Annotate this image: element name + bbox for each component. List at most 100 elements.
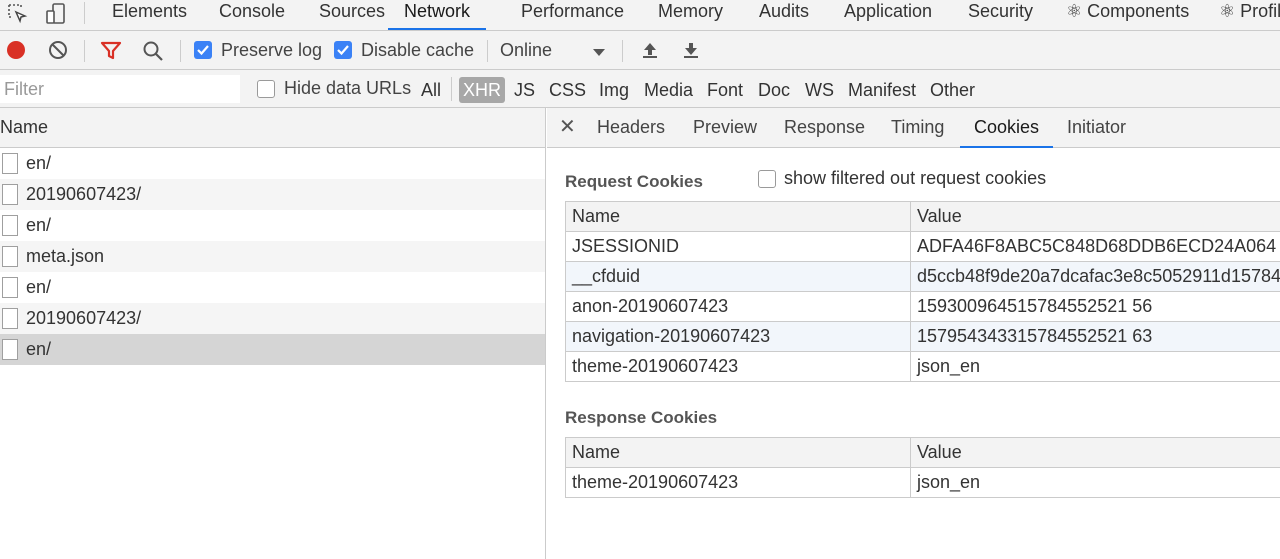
type-filter-css[interactable]: CSS <box>549 77 586 103</box>
table-row[interactable]: anon-20190607423 159300964515784552521 5… <box>565 291 1280 322</box>
request-cookies-title: Request Cookies <box>565 172 703 191</box>
tab-components[interactable]: ⚛ Components <box>1066 0 1189 30</box>
table-row[interactable]: theme-20190607423 json_en <box>565 467 1280 498</box>
type-filter-xhr[interactable]: XHR <box>459 77 506 103</box>
value-column-header[interactable]: Value <box>910 437 1280 468</box>
request-name: 20190607423/ <box>26 184 142 204</box>
cookie-name: __cfduid <box>565 261 911 292</box>
request-cookies-table: Name Value JSESSIONID ADFA46F8ABC5C848D6… <box>565 201 1280 382</box>
show-filtered-cookies-checkbox[interactable] <box>758 170 776 188</box>
request-detail-panel: ✕ Headers Preview Response Timing Cookie… <box>547 108 1280 559</box>
response-cookies-table: Name Value theme-20190607423 json_en <box>565 437 1280 498</box>
type-filter-font[interactable]: Font <box>707 77 743 103</box>
tab-sources[interactable]: Sources <box>319 0 385 30</box>
import-har-icon[interactable] <box>640 40 660 60</box>
tab-performance[interactable]: Performance <box>521 0 624 30</box>
cookie-value: d5ccb48f9de20a7dcafac3e8c5052911d15784 <box>910 261 1280 292</box>
name-column-header[interactable]: Name <box>565 437 911 468</box>
type-separator <box>451 77 452 101</box>
cookie-value: json_en <box>910 467 1280 498</box>
cookie-name: theme-20190607423 <box>565 467 911 498</box>
devtools-tab-bar: Elements Console Sources Network Perform… <box>0 0 1280 31</box>
request-name: meta.json <box>26 246 105 266</box>
tab-headers[interactable]: Headers <box>597 108 665 148</box>
export-har-icon[interactable] <box>681 40 701 60</box>
table-row[interactable]: theme-20190607423 json_en <box>565 351 1280 382</box>
tab-preview[interactable]: Preview <box>693 108 757 148</box>
toolbar-separator <box>487 40 488 62</box>
filter-icon[interactable] <box>100 40 122 62</box>
close-icon[interactable]: ✕ <box>559 108 576 148</box>
file-icon <box>2 308 18 329</box>
chevron-down-icon[interactable] <box>592 43 606 57</box>
request-row[interactable]: en/ <box>0 148 545 179</box>
throttling-select[interactable]: Online <box>500 40 552 61</box>
toolbar-separator <box>84 40 85 62</box>
request-row[interactable]: en/ <box>0 272 545 303</box>
request-row[interactable]: meta.json <box>0 241 545 272</box>
type-filter-other[interactable]: Other <box>930 77 975 103</box>
request-row-selected[interactable]: en/ <box>0 334 545 365</box>
file-icon <box>2 277 18 298</box>
tab-console[interactable]: Console <box>219 0 285 30</box>
filter-input[interactable] <box>0 75 240 103</box>
tab-application[interactable]: Application <box>844 0 932 30</box>
request-row[interactable]: 20190607423/ <box>0 179 545 210</box>
request-name: en/ <box>26 277 52 297</box>
cookie-name: navigation-20190607423 <box>565 321 911 352</box>
tab-timing[interactable]: Timing <box>891 108 944 148</box>
hide-data-urls-label[interactable]: Hide data URLs <box>284 78 411 99</box>
preserve-log-label[interactable]: Preserve log <box>221 40 322 61</box>
tab-network[interactable]: Network <box>388 0 487 30</box>
device-toolbar-icon[interactable] <box>44 2 68 26</box>
tab-profiler[interactable]: ⚛ Profile <box>1219 0 1280 30</box>
type-filter-media[interactable]: Media <box>644 77 693 103</box>
request-name: en/ <box>26 153 52 173</box>
table-row[interactable]: navigation-20190607423 15795434331578455… <box>565 321 1280 352</box>
inspect-element-icon[interactable] <box>6 2 30 26</box>
tabbar-separator <box>84 2 85 24</box>
type-filter-all[interactable]: All <box>421 77 441 103</box>
table-header-row: Name Value <box>565 437 1280 468</box>
show-filtered-cookies-label[interactable]: show filtered out request cookies <box>784 168 1046 189</box>
request-list: Name en/ 20190607423/ en/ meta.json en/ … <box>0 108 546 559</box>
disable-cache-label[interactable]: Disable cache <box>361 40 474 61</box>
tab-elements[interactable]: Elements <box>112 0 187 30</box>
filter-bar: Hide data URLs All XHR JS CSS Img Media … <box>0 70 1280 108</box>
toolbar-separator <box>622 40 623 62</box>
tab-initiator[interactable]: Initiator <box>1067 108 1126 148</box>
record-icon[interactable] <box>6 40 26 60</box>
type-filter-manifest[interactable]: Manifest <box>848 77 916 103</box>
tab-response[interactable]: Response <box>784 108 865 148</box>
search-icon[interactable] <box>142 40 164 62</box>
hide-data-urls-checkbox[interactable] <box>257 80 275 98</box>
type-filter-img[interactable]: Img <box>599 77 629 103</box>
cookie-value: 157954343315784552521 63 <box>910 321 1280 352</box>
request-name: 20190607423/ <box>26 308 142 328</box>
table-row[interactable]: JSESSIONID ADFA46F8ABC5C848D68DDB6ECD24A… <box>565 231 1280 262</box>
table-header-row: Name Value <box>565 201 1280 232</box>
type-filter-doc[interactable]: Doc <box>758 77 790 103</box>
name-column-header[interactable]: Name <box>0 108 545 148</box>
type-filter-ws[interactable]: WS <box>805 77 834 103</box>
tab-security[interactable]: Security <box>968 0 1033 30</box>
name-column-header[interactable]: Name <box>565 201 911 232</box>
file-icon <box>2 215 18 236</box>
preserve-log-checkbox[interactable] <box>194 41 212 59</box>
request-name: en/ <box>26 339 52 359</box>
detail-tab-bar: ✕ Headers Preview Response Timing Cookie… <box>547 108 1280 148</box>
type-filter-js[interactable]: JS <box>514 77 535 103</box>
table-row[interactable]: __cfduid d5ccb48f9de20a7dcafac3e8c505291… <box>565 261 1280 292</box>
clear-icon[interactable] <box>48 40 68 60</box>
file-icon <box>2 153 18 174</box>
tab-memory[interactable]: Memory <box>658 0 723 30</box>
request-row[interactable]: en/ <box>0 210 545 241</box>
file-icon <box>2 339 18 360</box>
file-icon <box>2 246 18 267</box>
disable-cache-checkbox[interactable] <box>334 41 352 59</box>
request-name: en/ <box>26 215 52 235</box>
value-column-header[interactable]: Value <box>910 201 1280 232</box>
tab-cookies[interactable]: Cookies <box>960 108 1054 148</box>
tab-audits[interactable]: Audits <box>759 0 809 30</box>
request-row[interactable]: 20190607423/ <box>0 303 545 334</box>
